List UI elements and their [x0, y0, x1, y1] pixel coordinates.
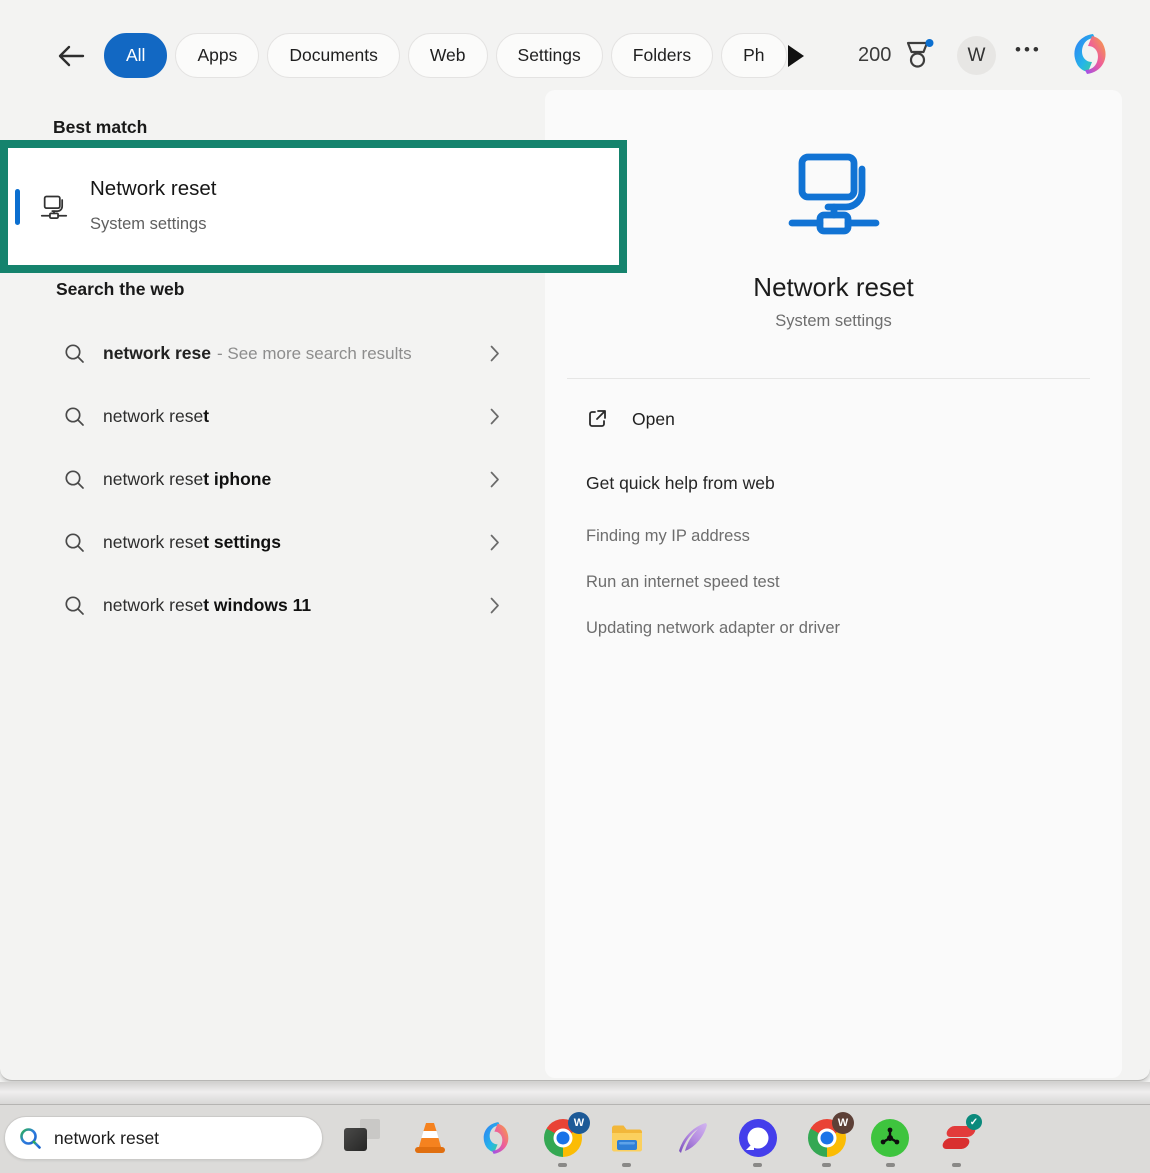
selection-accent-bar	[15, 189, 20, 225]
taskbar-search-box[interactable]	[4, 1116, 323, 1160]
suggestion-suffix: t settings	[203, 532, 281, 552]
best-match-result[interactable]: Network reset System settings	[8, 148, 619, 265]
tab-all[interactable]: All	[104, 33, 167, 78]
help-link-adapter-driver[interactable]: Updating network adapter or driver	[586, 619, 840, 638]
web-suggestions: network rese - See more search results ne…	[50, 330, 520, 645]
best-match-heading: Best match	[53, 117, 147, 138]
suggestion-prefix: network rese	[103, 595, 203, 615]
suggestion-suffix: t iphone	[203, 469, 271, 489]
quill-icon[interactable]	[674, 1119, 712, 1157]
search-icon	[64, 406, 85, 427]
chevron-right-icon	[490, 471, 500, 488]
chevron-right-icon	[490, 345, 500, 362]
suggestion-row[interactable]: network rese - See more search results	[50, 330, 520, 376]
tab-apps[interactable]: Apps	[175, 33, 259, 78]
open-action[interactable]: Open	[586, 408, 675, 430]
expressvpn-icon[interactable]: ✓	[938, 1119, 980, 1157]
chevron-right-icon	[490, 597, 500, 614]
divider	[567, 378, 1090, 379]
check-badge: ✓	[966, 1114, 982, 1130]
tab-documents[interactable]: Documents	[267, 33, 400, 78]
annotation-highlight-box: Network reset System settings	[0, 140, 627, 273]
preview-subtitle: System settings	[545, 312, 1122, 331]
tab-web[interactable]: Web	[408, 33, 488, 78]
running-indicator	[558, 1163, 567, 1167]
search-the-web-heading: Search the web	[56, 279, 184, 300]
best-match-subtitle: System settings	[90, 215, 206, 234]
running-indicator	[952, 1163, 961, 1167]
signal-icon[interactable]	[739, 1119, 777, 1157]
play-icon	[788, 45, 804, 67]
suggestion-note: - See more search results	[217, 344, 412, 363]
taskbar-search-input[interactable]	[54, 1128, 294, 1149]
more-options-button[interactable]: •••	[1015, 40, 1042, 60]
suggestion-row[interactable]: network reset windows 11	[50, 582, 520, 628]
suggestion-row[interactable]: network reset iphone	[50, 456, 520, 502]
running-indicator	[622, 1163, 631, 1167]
tab-settings[interactable]: Settings	[496, 33, 603, 78]
share-node-icon[interactable]	[871, 1119, 909, 1157]
search-icon	[64, 532, 85, 553]
running-indicator	[753, 1163, 762, 1167]
chevron-right-icon	[490, 534, 500, 551]
user-avatar[interactable]: W	[957, 36, 996, 75]
suggestion-prefix: network rese	[103, 469, 203, 489]
copilot-icon[interactable]	[1066, 30, 1114, 78]
w-badge: W	[568, 1112, 590, 1134]
suggestion-suffix: t windows 11	[203, 595, 311, 615]
quick-help-links: Finding my IP address Run an internet sp…	[586, 527, 840, 665]
help-link-ip-address[interactable]: Finding my IP address	[586, 527, 840, 546]
rewards-points: 200	[858, 44, 891, 67]
copilot-icon[interactable]	[477, 1119, 515, 1157]
chrome-icon[interactable]: W	[544, 1119, 582, 1157]
chevron-right-icon	[490, 408, 500, 425]
suggestion-row[interactable]: network reset	[50, 393, 520, 439]
search-icon	[64, 343, 85, 364]
suggestion-row[interactable]: network reset settings	[50, 519, 520, 565]
search-icon	[19, 1127, 42, 1150]
suggestion-prefix: network rese	[103, 406, 203, 426]
preview-panel: Network reset System settings Open Get q…	[545, 90, 1122, 1078]
chrome-icon-2[interactable]: W	[808, 1119, 846, 1157]
stacked-windows-icon[interactable]	[342, 1119, 380, 1157]
help-link-speed-test[interactable]: Run an internet speed test	[586, 573, 840, 592]
suggestion-query: network rese	[103, 343, 211, 363]
w-badge: W	[832, 1112, 854, 1134]
suggestion-prefix: network rese	[103, 532, 203, 552]
running-indicator	[886, 1163, 895, 1167]
search-icon	[64, 469, 85, 490]
tab-photos-truncated[interactable]: Ph	[721, 33, 786, 78]
running-indicator	[822, 1163, 831, 1167]
rewards-medal-icon[interactable]	[903, 38, 935, 79]
external-link-icon	[586, 408, 608, 430]
vlc-icon[interactable]	[411, 1119, 449, 1157]
suggestion-suffix: t	[203, 406, 209, 426]
search-icon	[64, 595, 85, 616]
tab-folders[interactable]: Folders	[611, 33, 713, 78]
open-label: Open	[632, 409, 675, 430]
network-reset-large-icon	[786, 145, 882, 246]
desktop-background-strip	[0, 1082, 1150, 1104]
preview-title: Network reset	[545, 272, 1122, 303]
back-button[interactable]	[55, 41, 87, 71]
file-explorer-icon[interactable]	[608, 1119, 646, 1157]
best-match-title: Network reset	[90, 177, 216, 201]
search-flyout: All Apps Documents Web Settings Folders …	[0, 0, 1150, 1081]
network-reset-icon	[40, 193, 68, 226]
filter-tabs: All Apps Documents Web Settings Folders …	[104, 33, 787, 78]
quick-help-heading: Get quick help from web	[586, 473, 775, 494]
